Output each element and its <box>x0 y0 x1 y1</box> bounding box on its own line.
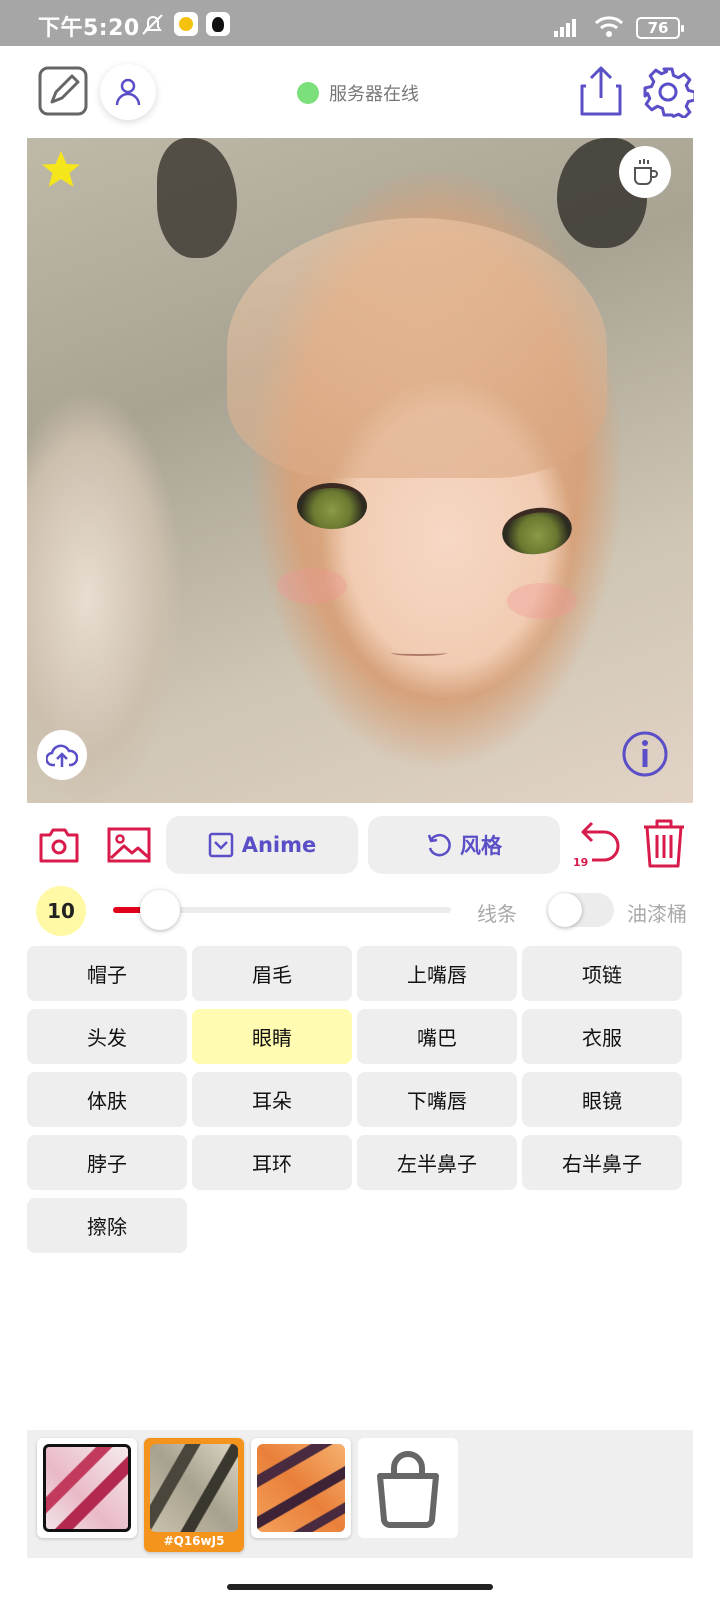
battery-indicator: 76 <box>636 17 684 39</box>
part-button[interactable]: 耳环 <box>192 1135 352 1190</box>
camera-icon[interactable] <box>38 826 80 864</box>
palette-thumbnail[interactable] <box>251 1438 351 1538</box>
user-icon <box>115 78 141 106</box>
tool-row: Anime 风格 19 <box>0 812 720 876</box>
upload-button[interactable] <box>37 730 87 780</box>
cloud-upload-icon <box>46 744 78 767</box>
brush-settings-row: 10 线条 油漆桶 <box>0 884 720 938</box>
settings-button[interactable] <box>642 66 697 122</box>
signal-icon <box>554 19 576 37</box>
sketch-mode-button[interactable] <box>38 66 88 120</box>
part-button[interactable]: 下嘴唇 <box>357 1072 517 1127</box>
server-status: 服务器在线 <box>297 80 419 106</box>
server-status-dot <box>297 82 319 104</box>
part-button[interactable]: 眼镜 <box>522 1072 682 1127</box>
part-button[interactable]: 上嘴唇 <box>357 946 517 1001</box>
wifi-icon <box>594 16 624 37</box>
server-status-label: 服务器在线 <box>329 84 419 105</box>
coffee-icon <box>634 159 658 185</box>
top-bar: 服务器在线 <box>0 46 720 138</box>
paint-bucket-toggle-knob <box>548 893 582 927</box>
part-button[interactable]: 耳朵 <box>192 1072 352 1127</box>
canvas-art-mouth <box>391 650 447 656</box>
anime-mode-button[interactable]: Anime <box>166 816 358 874</box>
shopping-bag-icon <box>377 1451 439 1528</box>
palette-store-button[interactable] <box>358 1438 458 1538</box>
part-button[interactable]: 头发 <box>27 1009 187 1064</box>
coffee-button[interactable] <box>619 146 671 198</box>
edit-icon <box>38 66 88 116</box>
app-notification-icon <box>174 12 198 36</box>
part-button[interactable]: 嘴巴 <box>357 1009 517 1064</box>
gallery-icon[interactable] <box>106 826 152 864</box>
palette-thumbnail-selected[interactable]: #Q16wJ5 <box>144 1438 244 1552</box>
anime-mode-label: Anime <box>241 833 317 857</box>
part-button[interactable]: 左半鼻子 <box>357 1135 517 1190</box>
user-button[interactable] <box>100 64 156 120</box>
canvas-art-eye <box>297 483 367 529</box>
part-button[interactable]: 擦除 <box>27 1198 187 1253</box>
canvas-art-shape <box>277 568 347 604</box>
part-button[interactable]: 帽子 <box>27 946 187 1001</box>
canvas-art-shape <box>157 138 237 258</box>
share-button[interactable] <box>578 64 624 122</box>
home-indicator <box>227 1584 493 1590</box>
palette-swatch <box>257 1444 345 1532</box>
part-button[interactable]: 右半鼻子 <box>522 1135 682 1190</box>
line-mode-label: 线条 <box>477 902 517 926</box>
brush-size-slider[interactable] <box>113 890 451 930</box>
brush-size-slider-knob[interactable] <box>140 890 180 930</box>
part-button[interactable]: 眉毛 <box>192 946 352 1001</box>
palette-thumbnail[interactable] <box>37 1438 137 1538</box>
checkbox-icon <box>208 832 233 858</box>
canvas-art-shape <box>507 583 577 619</box>
part-button[interactable]: 衣服 <box>522 1009 682 1064</box>
part-button[interactable]: 体肤 <box>27 1072 187 1127</box>
canvas-art-shape <box>227 218 607 478</box>
part-button[interactable]: 眼睛 <box>192 1009 352 1064</box>
share-icon <box>580 66 622 116</box>
undo-count: 19 <box>573 856 589 869</box>
style-palette-tray: #Q16wJ5 <box>27 1430 693 1558</box>
paint-bucket-toggle[interactable] <box>548 893 614 927</box>
favorite-star-icon[interactable] <box>39 148 83 192</box>
brush-size-badge: 10 <box>36 886 86 936</box>
qq-notification-icon <box>206 12 230 36</box>
gear-icon <box>643 67 697 120</box>
trash-icon[interactable] <box>641 818 687 870</box>
part-button[interactable]: 项链 <box>522 946 682 1001</box>
paint-bucket-label: 油漆桶 <box>627 902 687 926</box>
style-label: 风格 <box>460 834 502 858</box>
palette-id-tag: #Q16wJ5 <box>163 1534 225 1548</box>
canvas-art-eye <box>499 503 575 559</box>
status-bar: 下午5:20 76 <box>0 0 720 46</box>
part-button[interactable]: 脖子 <box>27 1135 187 1190</box>
palette-swatch <box>43 1444 131 1532</box>
palette-swatch <box>150 1444 238 1532</box>
status-time: 下午5:20 <box>38 16 140 41</box>
notification-off-icon <box>142 14 163 35</box>
drawing-canvas[interactable] <box>27 138 693 803</box>
info-icon[interactable] <box>621 730 669 778</box>
refresh-icon <box>427 833 451 857</box>
style-button[interactable]: 风格 <box>368 816 560 874</box>
